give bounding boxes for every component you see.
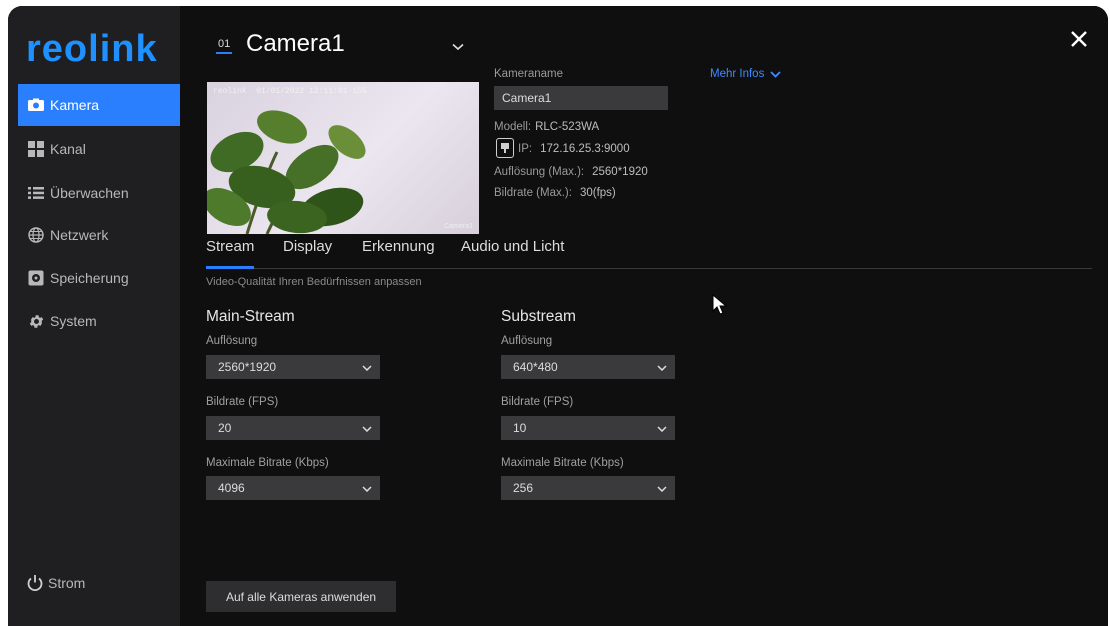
main-resolution-select[interactable]: 2560*1920 bbox=[206, 355, 380, 379]
power-button[interactable]: Strom bbox=[18, 574, 85, 592]
tab-stream[interactable]: Stream bbox=[206, 238, 255, 269]
main-framerate-value: 20 bbox=[218, 421, 232, 435]
mouse-cursor-icon bbox=[712, 293, 728, 321]
more-info-label: Mehr Infos bbox=[710, 68, 765, 80]
chevron-down-icon bbox=[657, 360, 667, 374]
main-bitrate-label: Maximale Bitrate (Kbps) bbox=[206, 457, 329, 469]
plant-image bbox=[207, 110, 366, 234]
chevron-down-icon bbox=[657, 421, 667, 435]
chevron-down-icon bbox=[770, 70, 781, 78]
settings-tabs: Stream Display Erkennung Audio und Licht bbox=[206, 238, 1092, 269]
main-resolution-label: Auflösung bbox=[206, 335, 258, 347]
storage-icon bbox=[26, 269, 46, 287]
power-label: Strom bbox=[48, 575, 86, 591]
chevron-down-icon[interactable] bbox=[452, 38, 464, 56]
grid-icon bbox=[26, 140, 46, 158]
list-icon bbox=[26, 184, 46, 202]
camera-name-input[interactable] bbox=[494, 86, 668, 110]
tab-description: Video-Qualität Ihren Bedürfnissen anpass… bbox=[206, 276, 422, 288]
chevron-down-icon bbox=[362, 481, 372, 495]
sub-framerate-select[interactable]: 10 bbox=[501, 416, 675, 440]
camera-icon bbox=[26, 96, 46, 114]
chevron-down-icon bbox=[362, 360, 372, 374]
reolink-logo: reolink bbox=[26, 28, 158, 70]
sidebar-item-kamera[interactable]: Kamera bbox=[18, 84, 180, 126]
sidebar: reolink Kamera Kanal Überwachen Netzwerk bbox=[8, 6, 180, 626]
camera-title[interactable]: Camera1 bbox=[246, 30, 345, 58]
main-resolution-value: 2560*1920 bbox=[218, 360, 277, 374]
tab-erkennung[interactable]: Erkennung bbox=[362, 238, 435, 266]
sidebar-item-ueberwachen[interactable]: Überwachen bbox=[18, 172, 180, 214]
sidebar-item-label: Kamera bbox=[50, 97, 100, 113]
app-window: reolink Kamera Kanal Überwachen Netzwerk bbox=[8, 6, 1108, 626]
sidebar-item-system[interactable]: System bbox=[18, 300, 180, 342]
model-info: Modell: RLC-523WA bbox=[494, 121, 600, 133]
chevron-down-icon bbox=[362, 421, 372, 435]
sub-framerate-value: 10 bbox=[513, 421, 527, 435]
sidebar-item-label: Überwachen bbox=[50, 185, 129, 201]
ip-info: IP: 172.16.25.3:9000 bbox=[518, 143, 630, 155]
sub-bitrate-value: 256 bbox=[513, 481, 534, 495]
sidebar-item-netzwerk[interactable]: Netzwerk bbox=[18, 214, 180, 256]
sidebar-item-label: Netzwerk bbox=[50, 227, 109, 243]
main-bitrate-value: 4096 bbox=[218, 481, 245, 495]
sidebar-item-label: System bbox=[50, 313, 97, 329]
lan-icon bbox=[496, 138, 514, 158]
sidebar-item-label: Speicherung bbox=[50, 270, 129, 286]
close-icon[interactable] bbox=[1070, 30, 1088, 53]
globe-icon bbox=[26, 226, 46, 244]
tab-display[interactable]: Display bbox=[283, 238, 332, 266]
power-icon bbox=[26, 574, 44, 592]
channel-number: 01 bbox=[216, 38, 233, 54]
camera-name-label: Kameraname bbox=[494, 68, 564, 80]
camera-preview: reolink 01/01/2022 12:11:01 155 Camera1 bbox=[207, 82, 479, 234]
main-stream-title: Main-Stream bbox=[206, 308, 295, 325]
sub-framerate-label: Bildrate (FPS) bbox=[501, 396, 574, 408]
sidebar-item-label: Kanal bbox=[50, 141, 86, 157]
main-framerate-label: Bildrate (FPS) bbox=[206, 396, 279, 408]
osd-timestamp: reolink 01/01/2022 12:11:01 155 bbox=[213, 87, 367, 96]
osd-camera-name: Camera1 bbox=[444, 223, 473, 230]
max-framerate-info: Bildrate (Max.): 30(fps) bbox=[494, 187, 616, 199]
sub-resolution-value: 640*480 bbox=[513, 360, 558, 374]
apply-all-cameras-button[interactable]: Auf alle Kameras anwenden bbox=[206, 581, 396, 612]
sub-resolution-label: Auflösung bbox=[501, 335, 553, 347]
gear-icon bbox=[26, 312, 46, 330]
tab-audio-und-licht[interactable]: Audio und Licht bbox=[461, 238, 564, 266]
main-framerate-select[interactable]: 20 bbox=[206, 416, 380, 440]
sub-resolution-select[interactable]: 640*480 bbox=[501, 355, 675, 379]
sidebar-item-speicherung[interactable]: Speicherung bbox=[18, 257, 180, 299]
max-resolution-info: Auflösung (Max.): 2560*1920 bbox=[494, 166, 648, 178]
main-panel: 01 Camera1 reolink 01/01/2022 12:11:01 1… bbox=[180, 6, 1108, 626]
sidebar-item-kanal[interactable]: Kanal bbox=[18, 128, 180, 170]
chevron-down-icon bbox=[657, 481, 667, 495]
sub-bitrate-select[interactable]: 256 bbox=[501, 476, 675, 500]
sub-stream-title: Substream bbox=[501, 308, 576, 325]
more-info-link[interactable]: Mehr Infos bbox=[710, 68, 781, 80]
main-bitrate-select[interactable]: 4096 bbox=[206, 476, 380, 500]
sub-bitrate-label: Maximale Bitrate (Kbps) bbox=[501, 457, 624, 469]
